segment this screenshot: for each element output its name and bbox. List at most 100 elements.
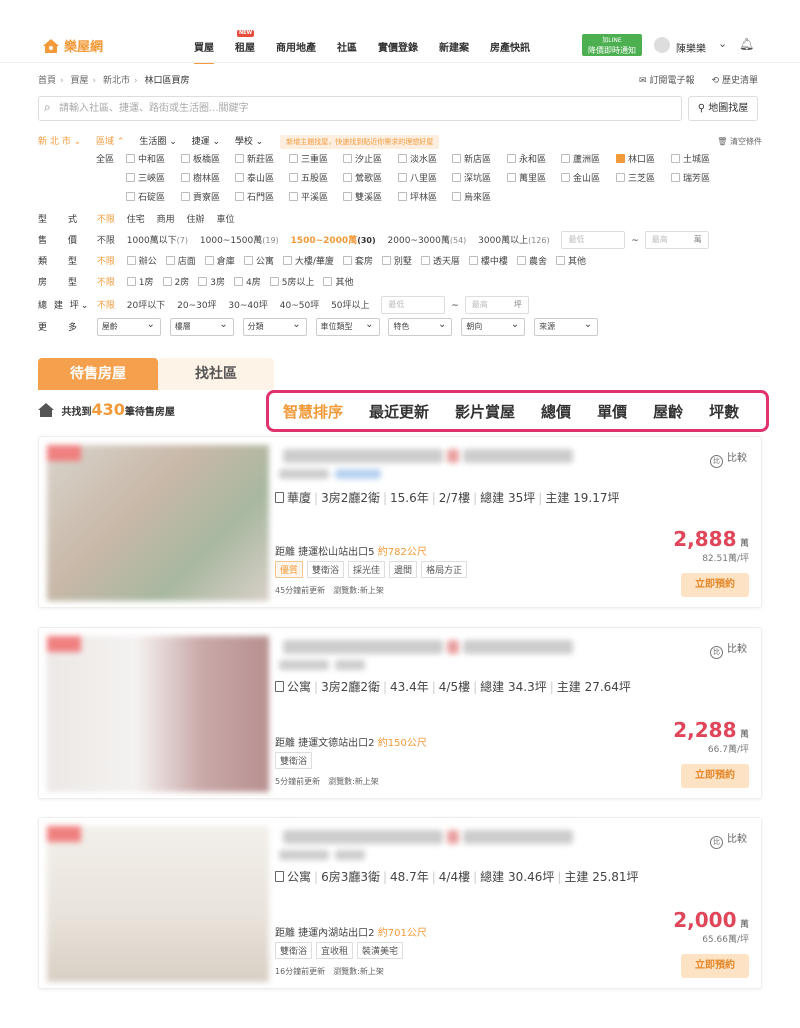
select-age[interactable]: 屋齡: [96, 317, 161, 336]
book-now-button[interactable]: 立即預約: [681, 764, 749, 788]
room-option[interactable]: 2房: [162, 275, 189, 288]
bell-icon[interactable]: 🔔︎: [739, 37, 754, 51]
listing-photo[interactable]: [47, 636, 269, 792]
map-search-button[interactable]: ⚲ 地圖找屋: [688, 96, 758, 121]
listing-photo[interactable]: [47, 445, 269, 601]
select-source[interactable]: 來源: [534, 317, 599, 336]
line-banner[interactable]: 加LINE 降價即時通知: [582, 34, 642, 56]
area-opt[interactable]: 20坪以下: [127, 298, 165, 311]
type-opt[interactable]: 車位: [216, 212, 234, 225]
district-checkbox[interactable]: [235, 154, 244, 163]
district-checkbox[interactable]: [343, 154, 352, 163]
district-option[interactable]: 樹林區: [181, 171, 220, 184]
district-option[interactable]: 板橋區: [181, 152, 220, 165]
breadcrumb-buy[interactable]: 買屋: [71, 76, 89, 86]
price-opt[interactable]: 1000~1500萬(19): [200, 233, 279, 246]
room-option[interactable]: 1房: [126, 275, 154, 288]
type-opt[interactable]: 不限: [97, 212, 115, 225]
district-checkbox[interactable]: [671, 154, 680, 163]
district-option[interactable]: 雙溪區: [343, 190, 382, 203]
compare-button[interactable]: 比比較: [710, 449, 747, 468]
kind-opt-any[interactable]: 不限: [97, 254, 115, 267]
tab-school[interactable]: 學校 ⌄: [235, 137, 263, 147]
district-checkbox[interactable]: [616, 154, 625, 163]
district-checkbox[interactable]: [452, 192, 461, 201]
chevron-down-icon[interactable]: ⌄: [718, 37, 727, 50]
area-opt[interactable]: 40~50坪: [280, 298, 319, 311]
type-opt[interactable]: 商用: [157, 212, 175, 225]
district-checkbox[interactable]: [126, 192, 135, 201]
district-checkbox[interactable]: [235, 173, 244, 182]
listing-photo[interactable]: [47, 826, 269, 982]
district-option[interactable]: 五股區: [289, 171, 328, 184]
kind-option[interactable]: 大樓/華廈: [282, 254, 334, 267]
room-option[interactable]: 4房: [233, 275, 261, 288]
district-checkbox[interactable]: [398, 192, 407, 201]
area-min-input[interactable]: 最低: [381, 296, 446, 314]
sort-unit-price[interactable]: 單價: [597, 401, 627, 422]
kind-option[interactable]: 辦公: [126, 254, 157, 267]
select-feature[interactable]: 特色: [388, 317, 453, 336]
district-checkbox[interactable]: [398, 154, 407, 163]
district-option[interactable]: 三重區: [289, 152, 328, 165]
district-checkbox[interactable]: [343, 173, 352, 182]
district-checkbox[interactable]: [671, 173, 680, 182]
kind-option[interactable]: 公寓: [243, 254, 274, 267]
nav-commercial[interactable]: 商用地產: [276, 39, 316, 54]
district-option[interactable]: 永和區: [507, 152, 546, 165]
district-option[interactable]: 烏來區: [452, 190, 491, 203]
district-checkbox[interactable]: [561, 154, 570, 163]
listing-card[interactable]: 華廈 | 3房2廳2衛 | 15.6年 | 2/7樓 | 總建 35坪 | 主建 19.17坪 距離 …: [38, 436, 762, 608]
listing-card[interactable]: 公寓 | 3房2廳2衛 | 43.4年 | 4/5樓 | 總建 34.3坪 | 主建 27.64坪距…: [38, 627, 762, 799]
price-opt[interactable]: 3000萬以上(126): [478, 233, 549, 246]
kind-option[interactable]: 其他: [555, 254, 586, 267]
district-option[interactable]: 泰山區: [235, 171, 274, 184]
tab-find-community[interactable]: 找社區: [158, 358, 274, 390]
avatar[interactable]: [654, 37, 670, 53]
select-floor[interactable]: 樓層: [169, 317, 234, 336]
district-checkbox[interactable]: [181, 173, 190, 182]
listing-card[interactable]: 公寓 | 6房3廳3衛 | 48.7年 | 4/4樓 | 總建 30.46坪 | 主建 25.81坪…: [38, 817, 762, 989]
area-opt[interactable]: 不限: [97, 298, 115, 311]
price-max-input[interactable]: 最高萬: [644, 231, 709, 249]
logo[interactable]: 樂屋網: [42, 36, 103, 55]
area-opt[interactable]: 50坪以上: [331, 298, 369, 311]
area-opt[interactable]: 30~40坪: [228, 298, 267, 311]
district-checkbox[interactable]: [452, 173, 461, 182]
district-checkbox[interactable]: [181, 154, 190, 163]
region-tab[interactable]: 區域 ⌃: [96, 137, 124, 147]
select-orientation[interactable]: 朝向: [461, 317, 526, 336]
sort-smart[interactable]: 智慧排序: [283, 401, 343, 422]
tab-for-sale[interactable]: 待售房屋: [38, 358, 158, 390]
tab-mrt[interactable]: 捷運 ⌄: [192, 137, 220, 147]
price-min-input[interactable]: 最低: [561, 231, 626, 249]
area-max-input[interactable]: 最高坪: [464, 296, 529, 314]
price-opt[interactable]: 不限: [97, 233, 115, 246]
district-checkbox[interactable]: [289, 173, 298, 182]
district-checkbox[interactable]: [507, 173, 516, 182]
district-option[interactable]: 石門區: [235, 190, 274, 203]
kind-option[interactable]: 套房: [342, 254, 373, 267]
district-option[interactable]: 蘆洲區: [561, 152, 600, 165]
breadcrumb-home[interactable]: 首頁: [38, 76, 56, 86]
price-opt[interactable]: 2000~3000萬(54): [388, 233, 467, 246]
district-option[interactable]: 石碇區: [126, 190, 165, 203]
area-label[interactable]: 總 建 坪⌄: [38, 298, 94, 311]
kind-option[interactable]: 店面: [165, 254, 196, 267]
district-option[interactable]: 金山區: [561, 171, 600, 184]
district-option[interactable]: 三芝區: [616, 171, 655, 184]
district-checkbox[interactable]: [398, 173, 407, 182]
district-option[interactable]: 土城區: [671, 152, 710, 165]
compare-button[interactable]: 比比較: [710, 640, 747, 659]
nav-new-projects[interactable]: 新建案: [439, 39, 469, 54]
room-option[interactable]: 5房以上: [269, 275, 314, 288]
district-checkbox[interactable]: [181, 192, 190, 201]
district-option[interactable]: 坪林區: [398, 190, 437, 203]
district-checkbox[interactable]: [561, 173, 570, 182]
select-parking[interactable]: 車位類型: [315, 317, 380, 336]
room-option[interactable]: 其他: [323, 275, 353, 288]
kind-option[interactable]: 農舍: [516, 254, 547, 267]
district-option[interactable]: 淡水區: [398, 152, 437, 165]
nav-buy[interactable]: 買屋: [194, 39, 214, 64]
kind-option[interactable]: 別墅: [381, 254, 412, 267]
